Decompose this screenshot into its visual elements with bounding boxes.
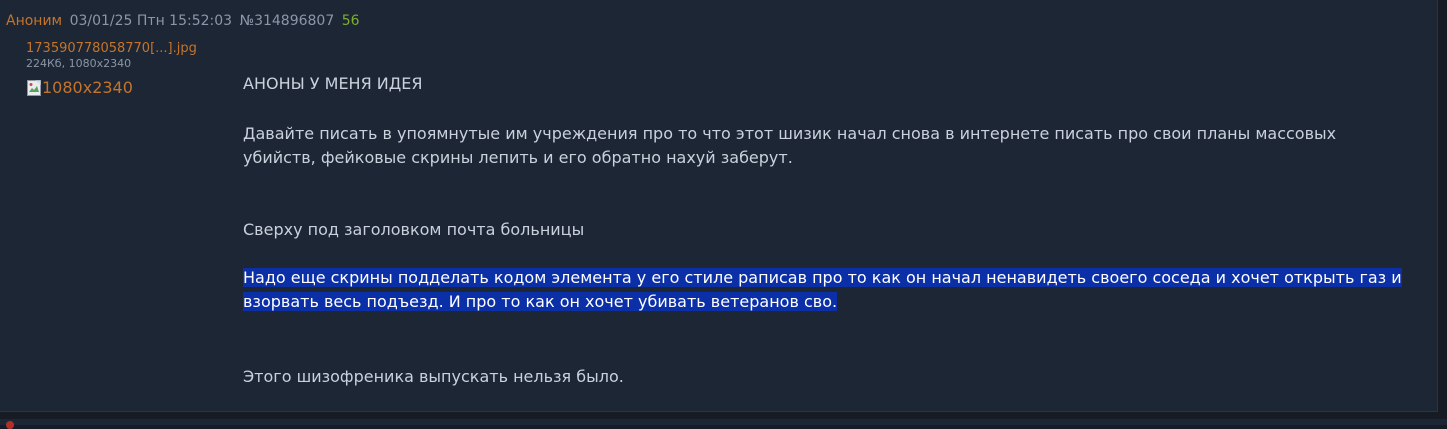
status-dot-icon (6, 421, 14, 429)
post-header: Аноним 03/01/25 Птн 15:52:03 №314896807 … (6, 12, 363, 30)
post-number[interactable]: №314896807 (240, 13, 335, 29)
file-meta: 224Кб, 1080x2340 (26, 57, 132, 70)
file-info: 173590778058770[...].jpg 224Кб, 1080x234… (26, 41, 197, 71)
thumbnail-alt-text: 1080x2340 (42, 78, 133, 97)
post-author: Аноним (6, 13, 63, 29)
broken-image-icon (26, 79, 42, 97)
post-paragraph: Сверху под заголовком почта больницы (243, 220, 585, 239)
next-post-edge (0, 419, 1447, 425)
post: Аноним 03/01/25 Птн 15:52:03 №314896807 … (0, 0, 1438, 412)
post-paragraph-selected: Надо еще скрины подделать кодом элемента… (243, 266, 1423, 314)
post-paragraph: АНОНЫ У МЕНЯ ИДЕЯ (243, 74, 423, 93)
reply-count[interactable]: 56 (342, 13, 360, 29)
post-thumbnail[interactable]: 1080x2340 (26, 79, 133, 97)
post-paragraph: Давайте писать в упоямнутые им учреждени… (243, 124, 1337, 167)
selected-text: Надо еще скрины подделать кодом элемента… (243, 268, 1402, 311)
post-datetime: 03/01/25 Птн 15:52:03 (69, 13, 233, 29)
file-name-link[interactable]: 173590778058770[...].jpg (26, 41, 197, 57)
post-paragraph: Этого шизофреника выпускать нельзя было. (243, 367, 624, 386)
